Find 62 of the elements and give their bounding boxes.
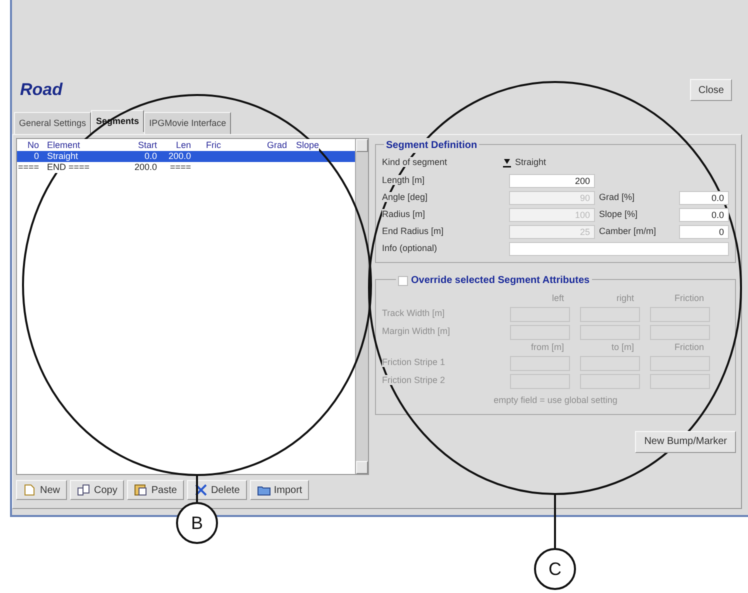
callout-label: B: [176, 502, 218, 544]
dropdown-arrow-icon[interactable]: [502, 158, 512, 168]
list-row[interactable]: ==== END ==== 200.0 ====: [17, 162, 355, 173]
field-label: Info (optional): [382, 242, 438, 255]
input-field[interactable]: [650, 306, 710, 322]
segment-kind-value: Straight: [515, 156, 546, 170]
field-label: Slope [%]: [599, 208, 639, 221]
scissors-icon: [194, 484, 208, 496]
field-label: Camber [m/m]: [599, 224, 658, 238]
input-field[interactable]: [509, 242, 729, 256]
input-field[interactable]: [580, 356, 640, 370]
field-label: Kind of segment: [382, 157, 448, 168]
toolbar-button[interactable]: Copy: [70, 480, 124, 500]
tab[interactable]: IPGMovie Interface: [144, 112, 232, 134]
field-label: Grad [%]: [599, 190, 636, 204]
field-label: Length [m]: [382, 174, 425, 185]
column-header: Friction: [674, 342, 704, 352]
callout-label: C: [534, 548, 576, 590]
input-field[interactable]: 0: [679, 224, 729, 238]
checkbox[interactable]: [398, 276, 408, 286]
input-field[interactable]: [580, 306, 640, 322]
input-field[interactable]: [510, 324, 570, 340]
field-label: Friction Stripe 2: [382, 375, 446, 386]
window-title: Road: [20, 79, 62, 102]
column-header: right: [616, 293, 634, 303]
tab[interactable]: General Settings: [14, 112, 92, 134]
input-field[interactable]: [510, 374, 570, 388]
column-header: from [m]: [531, 342, 564, 352]
field-label: Margin Width [m]: [382, 326, 450, 336]
new-bump-marker-button[interactable]: New Bump/Marker: [635, 430, 736, 452]
list-row[interactable]: 0 Straight 0.0 200.0: [17, 151, 355, 162]
document-icon: [23, 484, 37, 496]
input-field[interactable]: 0.0: [679, 208, 729, 222]
input-field[interactable]: [580, 374, 640, 388]
column-header: Friction: [674, 293, 704, 303]
field-label: Angle [deg]: [382, 192, 428, 202]
hint-text: empty field = use global setting: [494, 395, 618, 405]
input-field[interactable]: [510, 306, 570, 322]
input-field[interactable]: [580, 324, 640, 340]
input-field[interactable]: 0.0: [679, 190, 729, 204]
toolbar-button[interactable]: Paste: [127, 480, 184, 500]
input-field[interactable]: 200: [509, 174, 595, 188]
field-label: Radius [m]: [382, 208, 426, 219]
toolbar-button[interactable]: Import: [250, 480, 310, 500]
field-label: End Radius [m]: [382, 226, 444, 236]
toolbar-button[interactable]: Delete: [186, 480, 247, 500]
field-label: Track Width [m]: [382, 308, 445, 318]
column-header: to [m]: [611, 342, 634, 352]
input-field[interactable]: [510, 356, 570, 370]
copy-icon: [77, 484, 92, 496]
group-title: Override selected Segment Attributes: [411, 274, 590, 288]
scrollbar[interactable]: [355, 139, 368, 474]
group-title: Segment Definition: [384, 138, 480, 153]
close-button[interactable]: Close: [690, 79, 732, 101]
clipboard-icon: [134, 484, 148, 496]
input-field[interactable]: [650, 324, 710, 340]
input-field[interactable]: [650, 374, 710, 388]
input-field[interactable]: [650, 356, 710, 370]
field-label: Friction Stripe 1: [382, 357, 446, 368]
toolbar-button[interactable]: New: [16, 480, 68, 500]
folder-icon: [256, 484, 271, 496]
column-header: left: [552, 293, 564, 303]
